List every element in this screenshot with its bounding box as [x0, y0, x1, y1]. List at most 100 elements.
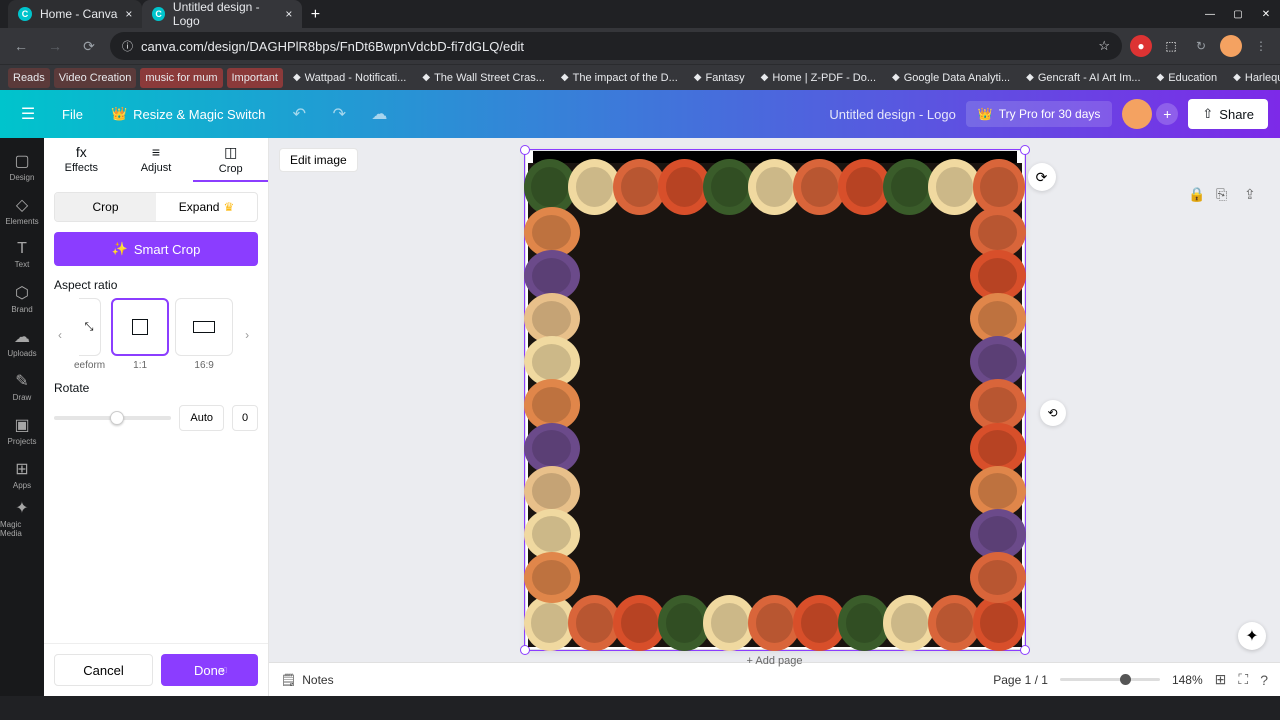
expand-tab[interactable]: Expand ♛	[156, 193, 257, 221]
rail-text[interactable]: TText	[0, 232, 44, 276]
history-icon[interactable]: ↻	[1190, 35, 1212, 57]
bookmark-item[interactable]: ◆Education	[1151, 68, 1224, 88]
floral-frame-image[interactable]	[528, 163, 1022, 647]
slider-thumb[interactable]	[110, 411, 124, 425]
bookmark-item[interactable]: music for mum	[140, 68, 222, 88]
reload-icon[interactable]: ⟳	[76, 33, 102, 59]
star-icon[interactable]: ☆	[1098, 38, 1110, 54]
rail-label: Apps	[13, 481, 31, 490]
rail-label: Draw	[13, 393, 32, 402]
aspect-1-1[interactable]: 1:1	[111, 298, 169, 371]
tab-title: Untitled design - Logo	[173, 0, 277, 28]
menu-icon[interactable]: ☰	[12, 98, 44, 130]
new-tab-button[interactable]: +	[302, 2, 328, 28]
close-tab-icon[interactable]: ×	[285, 7, 292, 21]
side-rail: ▢Design◇ElementsTText⬡Brand☁Uploads✎Draw…	[0, 138, 44, 696]
rail-apps[interactable]: ⊞Apps	[0, 452, 44, 496]
fullscreen-icon[interactable]: ⛶	[1238, 671, 1248, 688]
bookmark-item[interactable]: Video Creation	[54, 68, 137, 88]
bookmark-item[interactable]: ◆Fantasy	[688, 68, 751, 88]
panel-tab-effects[interactable]: fxEffects	[44, 138, 119, 182]
chevron-right-icon[interactable]: ›	[237, 310, 257, 360]
rail-draw[interactable]: ✎Draw	[0, 364, 44, 408]
chevron-left-icon[interactable]: ‹	[50, 310, 70, 360]
rail-uploads[interactable]: ☁Uploads	[0, 320, 44, 364]
grid-view-icon[interactable]: ⊞	[1215, 671, 1227, 688]
aspect-16-9[interactable]: 16:9	[175, 298, 233, 371]
undo-icon[interactable]: ↶	[283, 98, 315, 130]
bookmark-item[interactable]: ◆The impact of the D...	[555, 68, 684, 88]
rail-projects[interactable]: ▣Projects	[0, 408, 44, 452]
rotate-slider[interactable]	[54, 416, 171, 420]
aspect-ratio-label: Aspect ratio	[44, 278, 268, 298]
help-icon[interactable]: ?	[1260, 672, 1268, 688]
add-page-button[interactable]: + Add page	[747, 655, 803, 667]
crop-handle-ne[interactable]	[1020, 145, 1030, 155]
bookmark-favicon: ◆	[561, 72, 569, 83]
close-tab-icon[interactable]: ×	[125, 7, 132, 21]
rail-brand[interactable]: ⬡Brand	[0, 276, 44, 320]
menu-icon[interactable]: ⋮	[1250, 35, 1272, 57]
bookmark-label: Wattpad - Notificati...	[305, 72, 407, 84]
crop-handle-nw[interactable]	[520, 145, 530, 155]
rotate-handle-icon[interactable]: ⟲	[1040, 400, 1066, 426]
page-info[interactable]: Page 1 / 1	[993, 673, 1048, 687]
rail-magic-media[interactable]: ✦Magic Media	[0, 496, 44, 540]
add-member-button[interactable]: +	[1156, 103, 1178, 125]
flower-decor	[524, 552, 580, 603]
bookmark-item[interactable]: ◆Harlequin Romanc...	[1227, 68, 1280, 88]
browser-tab-design[interactable]: C Untitled design - Logo ×	[142, 0, 302, 28]
zoom-slider[interactable]	[1060, 678, 1160, 681]
rotate-value[interactable]: 0	[232, 405, 258, 431]
cancel-button[interactable]: Cancel	[54, 654, 153, 686]
bookmark-label: Google Data Analyti...	[904, 72, 1010, 84]
zoom-thumb[interactable]	[1120, 674, 1131, 685]
flower-decor	[970, 552, 1026, 603]
bookmark-item[interactable]: ◆Gencraft - AI Art Im...	[1020, 68, 1146, 88]
artboard[interactable]: ⟳ ⟲ + Add page	[526, 151, 1024, 649]
panel-tab-adjust[interactable]: ≡Adjust	[119, 138, 194, 182]
design-title[interactable]: Untitled design - Logo	[829, 107, 955, 122]
forward-icon[interactable]: →	[42, 33, 68, 59]
maximize-icon[interactable]: ▢	[1232, 8, 1244, 20]
bookmark-item[interactable]: ◆Google Data Analyti...	[886, 68, 1016, 88]
panel-tab-crop[interactable]: ◫Crop	[193, 138, 268, 182]
adblock-icon[interactable]: ●	[1130, 35, 1152, 57]
bookmark-item[interactable]: Reads	[8, 68, 50, 88]
profile-avatar[interactable]	[1220, 35, 1242, 57]
minimize-icon[interactable]: —	[1204, 8, 1216, 20]
crop-tab[interactable]: Crop	[55, 193, 156, 221]
refresh-icon[interactable]: ⟳	[1028, 163, 1056, 191]
rotate-auto-button[interactable]: Auto	[179, 405, 224, 431]
cloud-sync-icon[interactable]: ☁	[363, 98, 395, 130]
file-menu[interactable]: File	[52, 101, 93, 128]
done-button[interactable]: Done ☜	[161, 654, 258, 686]
rail-design[interactable]: ▢Design	[0, 144, 44, 188]
assistant-icon[interactable]: ✦	[1238, 622, 1266, 650]
zoom-value[interactable]: 148%	[1172, 673, 1203, 687]
bookmark-label: Fantasy	[705, 72, 744, 84]
rail-label: Uploads	[7, 349, 36, 358]
try-pro-button[interactable]: 👑 Try Pro for 30 days	[966, 101, 1113, 127]
address-bar[interactable]: ⓘ canva.com/design/DAGHPlR8bps/FnDt6Bwpn…	[110, 32, 1122, 60]
bookmark-item[interactable]: Important	[227, 68, 283, 88]
share-button[interactable]: ⇧ Share	[1188, 99, 1268, 129]
extension-icon[interactable]: ⬚	[1160, 35, 1182, 57]
bookmark-item[interactable]: ◆Home | Z-PDF - Do...	[755, 68, 882, 88]
rail-elements[interactable]: ◇Elements	[0, 188, 44, 232]
rotate-label: Rotate	[54, 381, 258, 399]
user-avatar[interactable]	[1122, 99, 1152, 129]
browser-tab-home[interactable]: C Home - Canva ×	[8, 0, 142, 28]
panel-tab-icon: fx	[76, 144, 87, 160]
resize-button[interactable]: 👑 Resize & Magic Switch	[101, 100, 275, 128]
back-icon[interactable]: ←	[8, 33, 34, 59]
bookmark-item[interactable]: ◆The Wall Street Cras...	[416, 68, 551, 88]
site-info-icon[interactable]: ⓘ	[122, 38, 133, 54]
bookmark-item[interactable]: ◆Wattpad - Notificati...	[287, 68, 412, 88]
close-window-icon[interactable]: ✕	[1260, 8, 1272, 20]
notes-button[interactable]: 🗒 Notes	[281, 673, 334, 687]
smart-crop-button[interactable]: ✨ Smart Crop	[54, 232, 258, 266]
bookmark-favicon: ◆	[694, 72, 702, 83]
redo-icon[interactable]: ↷	[323, 98, 355, 130]
aspect-freeform[interactable]: ⤡ eeform	[74, 298, 105, 371]
